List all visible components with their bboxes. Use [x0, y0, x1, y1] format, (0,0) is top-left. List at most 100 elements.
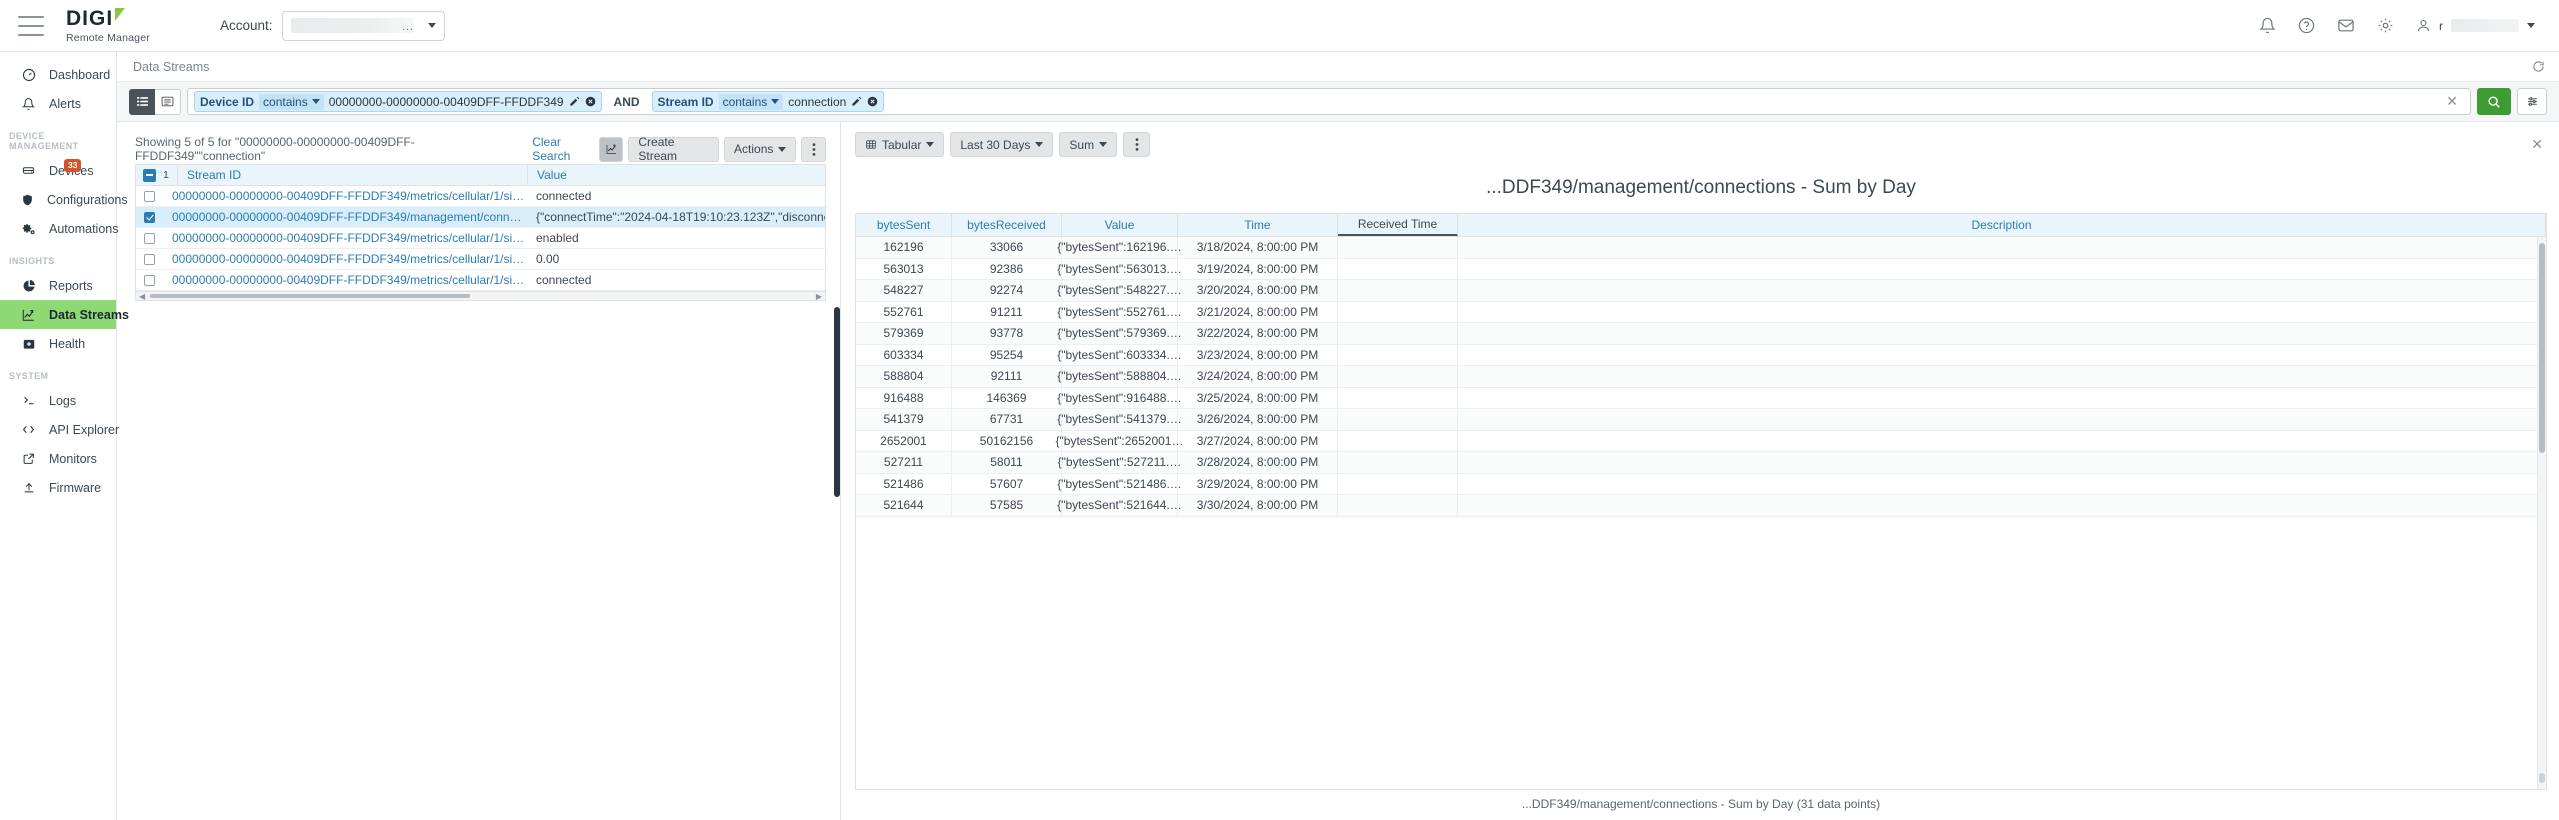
- scroll-left-icon[interactable]: ◀: [136, 292, 148, 301]
- aggregation-button[interactable]: Sum: [1059, 132, 1118, 157]
- chart-table-row[interactable]: 521486 57607 {"bytesSent":521486.… 3/29/202…: [856, 473, 2546, 495]
- gear-icon[interactable]: [2377, 17, 2394, 34]
- chart-table-row[interactable]: 162196 33066 {"bytesSent":162196.… 3/18/202…: [856, 237, 2546, 259]
- clear-search-link[interactable]: Clear Search: [532, 135, 598, 163]
- filter-chip-stream-id[interactable]: Stream ID contains connection: [651, 91, 885, 112]
- sidebar-item-dashboard[interactable]: Dashboard: [0, 60, 116, 89]
- cell-received-time: [1338, 366, 1458, 388]
- column-header-stream-id[interactable]: Stream ID: [177, 165, 527, 185]
- remove-chip-icon[interactable]: [585, 96, 596, 107]
- sidebar-item-health[interactable]: Health: [0, 329, 116, 358]
- mail-icon[interactable]: [2337, 17, 2355, 34]
- sidebar-item-api-explorer[interactable]: API Explorer: [0, 415, 119, 444]
- chart-more-options-button[interactable]: [1123, 132, 1151, 157]
- select-all-checkbox[interactable]: [136, 168, 163, 182]
- chevron-down-icon: [428, 23, 437, 28]
- brand-logo[interactable]: DIGI Remote Manager: [66, 7, 150, 44]
- column-header-bytessent[interactable]: bytesSent: [856, 214, 952, 236]
- sidebar: Dashboard Alerts DEVICE MANAGEMENT Devic…: [0, 52, 129, 820]
- view-type-button[interactable]: Tabular: [855, 132, 945, 157]
- chart-table-row[interactable]: 579369 93778 {"bytesSent":579369.… 3/22/202…: [856, 323, 2546, 345]
- edit-icon[interactable]: [569, 96, 580, 107]
- sidebar-item-logs[interactable]: Logs: [0, 386, 116, 415]
- bell-icon[interactable]: [2259, 17, 2276, 34]
- scrollbar-thumb[interactable]: [2538, 243, 2545, 453]
- sidebar-item-firmware[interactable]: Firmware: [0, 473, 116, 502]
- row-stream-id[interactable]: 00000000-00000000-00409DFF-FFDDF349/metr…: [163, 189, 527, 203]
- search-button[interactable]: [2477, 88, 2511, 115]
- sidebar-item-reports[interactable]: Reports: [0, 271, 116, 300]
- actions-button[interactable]: Actions: [724, 136, 797, 162]
- chart-table-row[interactable]: 563013 92386 {"bytesSent":563013.… 3/19/202…: [856, 258, 2546, 280]
- row-checkbox[interactable]: [136, 253, 163, 265]
- sidebar-item-alerts[interactable]: Alerts: [0, 89, 116, 118]
- filter-options-button[interactable]: [2517, 88, 2547, 115]
- table-row[interactable]: 00000000-00000000-00409DFF-FFDDF349/mana…: [136, 207, 825, 228]
- clear-icon[interactable]: ✕: [2440, 93, 2464, 110]
- column-header-value[interactable]: Value: [1062, 214, 1178, 236]
- sidebar-item-devices[interactable]: Devices 33: [0, 156, 116, 185]
- create-stream-button[interactable]: Create Stream: [628, 135, 720, 163]
- chevron-down-icon: [926, 142, 935, 147]
- table-row[interactable]: 00000000-00000000-00409DFF-FFDDF349/metr…: [136, 249, 825, 270]
- column-header-description[interactable]: Description: [1458, 214, 2546, 236]
- close-icon[interactable]: ✕: [2531, 136, 2547, 153]
- user-menu[interactable]: r: [2416, 18, 2535, 33]
- scrollbar-thumb[interactable]: [150, 294, 470, 298]
- scroll-right-icon[interactable]: ▶: [813, 292, 825, 301]
- table-row[interactable]: 00000000-00000000-00409DFF-FFDDF349/metr…: [136, 270, 825, 291]
- remove-chip-icon[interactable]: [867, 96, 878, 107]
- chart-table-row[interactable]: 916488 146369 {"bytesSent":916488.… 3/25/20…: [856, 387, 2546, 409]
- scrollbar-thumb-secondary[interactable]: [2538, 773, 2545, 783]
- filter-chip-device-id[interactable]: Device ID contains 00000000-00000000-004…: [194, 91, 602, 112]
- chip-operator[interactable]: contains: [259, 93, 324, 110]
- sidebar-item-data-streams[interactable]: Data Streams: [0, 300, 129, 329]
- chart-table-row[interactable]: 521644 57585 {"bytesSent":521644.… 3/30/202…: [856, 495, 2546, 517]
- sidebar-item-monitors[interactable]: Monitors: [0, 444, 116, 473]
- row-checkbox[interactable]: [136, 274, 163, 286]
- chart-table-row[interactable]: 603334 95254 {"bytesSent":603334.… 3/23/202…: [856, 344, 2546, 366]
- chart-table-row[interactable]: 588804 92111 {"bytesSent":588804.… 3/24/202…: [856, 366, 2546, 388]
- edit-icon[interactable]: [851, 96, 862, 107]
- breadcrumb-item[interactable]: Data Streams: [133, 60, 209, 74]
- column-header-received-time[interactable]: Received Time: [1338, 214, 1458, 236]
- chart-toggle-button[interactable]: [598, 136, 624, 162]
- column-header-bytesreceived[interactable]: bytesReceived: [952, 214, 1062, 236]
- row-stream-id[interactable]: 00000000-00000000-00409DFF-FFDDF349/mana…: [163, 210, 527, 224]
- help-icon[interactable]: [2298, 17, 2315, 34]
- horizontal-scrollbar[interactable]: ◀ ▶: [135, 292, 826, 301]
- sidebar-item-automations[interactable]: Automations: [0, 214, 118, 243]
- column-header-time[interactable]: Time: [1178, 214, 1338, 236]
- row-checkbox[interactable]: [136, 190, 163, 202]
- column-header-value[interactable]: Value: [527, 165, 825, 185]
- chart-table-row[interactable]: 552761 91211 {"bytesSent":552761.… 3/21/202…: [856, 301, 2546, 323]
- menu-toggle-icon[interactable]: [18, 15, 44, 36]
- row-stream-id[interactable]: 00000000-00000000-00409DFF-FFDDF349/metr…: [163, 273, 527, 287]
- list-view-icon[interactable]: [129, 88, 155, 115]
- more-options-button[interactable]: [801, 136, 827, 162]
- chart-table-scrollbar[interactable]: [2537, 237, 2546, 789]
- detail-view-icon[interactable]: [155, 88, 181, 115]
- chart-table-row[interactable]: 541379 67731 {"bytesSent":541379.… 3/26/202…: [856, 409, 2546, 431]
- row-stream-id[interactable]: 00000000-00000000-00409DFF-FFDDF349/metr…: [163, 252, 527, 266]
- row-checkbox[interactable]: [136, 211, 163, 223]
- refresh-icon[interactable]: [2532, 60, 2545, 73]
- row-checkbox[interactable]: [136, 232, 163, 244]
- chart-table-row[interactable]: 548227 92274 {"bytesSent":548227.… 3/20/202…: [856, 280, 2546, 302]
- search-filter-box[interactable]: Device ID contains 00000000-00000000-004…: [187, 88, 2471, 115]
- sidebar-item-configurations[interactable]: Configurations: [0, 185, 128, 214]
- filter-conjunction[interactable]: AND: [610, 95, 644, 109]
- time-range-button[interactable]: Last 30 Days: [950, 132, 1054, 157]
- cell-description: [1458, 301, 2546, 323]
- account-select[interactable]: …: [282, 10, 446, 41]
- chip-operator[interactable]: contains: [718, 93, 784, 110]
- table-row[interactable]: 00000000-00000000-00409DFF-FFDDF349/metr…: [136, 228, 825, 249]
- table-row[interactable]: 00000000-00000000-00409DFF-FFDDF349/metr…: [136, 186, 825, 207]
- gears-icon: [21, 222, 36, 236]
- chart-table-row[interactable]: 2652001 50162156 {"bytesSent":2652001… 3/27…: [856, 430, 2546, 452]
- chart-table-row[interactable]: 527211 58011 {"bytesSent":527211.… 3/28/202…: [856, 452, 2546, 474]
- row-stream-id[interactable]: 00000000-00000000-00409DFF-FFDDF349/metr…: [163, 231, 527, 245]
- cell-bytessent: 588804: [856, 366, 952, 388]
- chevron-down-icon: [1035, 142, 1044, 147]
- cell-description: [1458, 387, 2546, 409]
